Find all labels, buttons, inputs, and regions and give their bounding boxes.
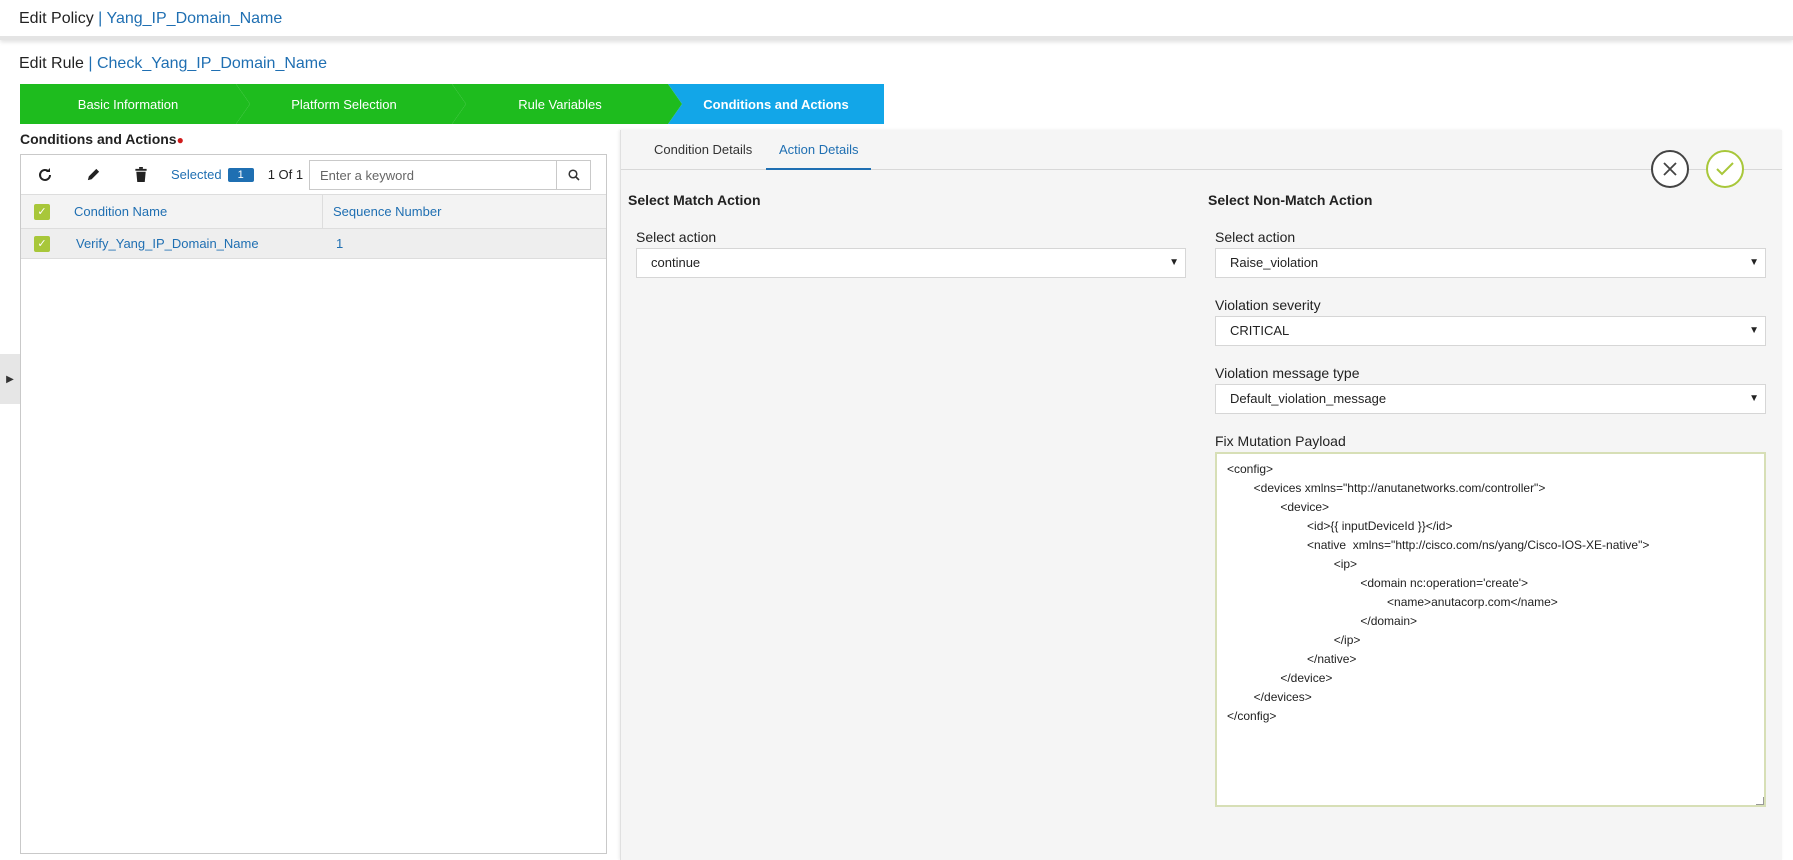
wizard-steps: Basic Information Platform Selection Rul… [20,84,884,124]
violation-message-type-value: Default_violation_message [1230,391,1387,406]
top-header-bar: Edit Policy | Yang_IP_Domain_Name [0,0,1793,40]
page-title: Edit Policy | Yang_IP_Domain_Name [19,10,282,28]
check-icon: ✓ [37,206,47,218]
condition-name-cell[interactable]: Verify_Yang_IP_Domain_Name [76,236,259,251]
wizard-step-basic-information[interactable]: Basic Information [20,84,250,124]
check-icon: ✓ [37,238,47,250]
rule-separator: | [83,55,97,72]
non-match-action-select[interactable]: Raise_violation ▼ [1215,248,1766,278]
cancel-button[interactable] [1651,150,1689,188]
edit-button[interactable] [69,155,117,195]
fix-mutation-payload-textarea[interactable]: <config> <devices xmlns="http://anutanet… [1215,452,1766,807]
save-button[interactable] [1706,150,1744,188]
trash-icon [135,167,147,182]
dropdown-arrow-icon: ▼ [1749,393,1759,404]
close-icon [1663,162,1677,176]
refresh-icon [39,167,51,181]
violation-severity-select[interactable]: CRITICAL ▼ [1215,316,1766,346]
check-icon [1716,162,1734,176]
violation-severity-label: Violation severity [1215,297,1321,313]
edit-pencil-icon [87,168,99,181]
search-button[interactable] [556,161,590,189]
non-match-action-value: Raise_violation [1230,255,1319,270]
non-match-action-label: Select action [1215,229,1296,245]
table-row[interactable]: ✓ Verify_Yang_IP_Domain_Name 1 [21,229,606,259]
search-input[interactable] [310,161,556,189]
conditions-section-label: Conditions and Actions● [20,131,184,147]
column-header-sequence-number[interactable]: Sequence Number [333,204,441,219]
grid-header-row: ✓ Condition Name Sequence Number [21,195,606,229]
match-action-title: Select Match Action [628,192,761,208]
search-box [309,160,591,190]
conditions-grid-panel: Selected 1 1 Of 1 ✓ Condition Name Seque… [20,154,607,854]
page-count: 1 Of 1 [267,167,304,182]
tab-condition-details[interactable]: Condition Details [641,130,765,170]
violation-message-type-select[interactable]: Default_violation_message ▼ [1215,384,1766,414]
sidebar-toggle[interactable]: ▶ [0,354,20,404]
grid-toolbar: Selected 1 1 Of 1 [21,155,606,195]
match-action-label: Select action [636,229,717,245]
rule-title: Edit Rule | Check_Yang_IP_Domain_Name [19,55,327,73]
select-all-checkbox[interactable]: ✓ [34,203,50,220]
wizard-step-label: Rule Variables [518,96,602,112]
column-divider [322,195,323,229]
page-title-prefix: Edit Policy [19,10,94,27]
fix-mutation-payload-label: Fix Mutation Payload [1215,433,1346,449]
sequence-number-cell: 1 [336,236,344,251]
match-action-select[interactable]: continue ▼ [636,248,1186,278]
dropdown-arrow-icon: ▼ [1749,257,1759,268]
resize-grip-icon[interactable] [1756,797,1764,805]
detail-tabs: Condition Details Action Details [621,130,1782,170]
wizard-step-platform-selection[interactable]: Platform Selection [236,84,466,124]
dropdown-arrow-icon: ▼ [1169,257,1179,268]
wizard-step-label: Basic Information [77,96,179,112]
dropdown-arrow-icon: ▼ [1749,325,1759,336]
non-match-action-title: Select Non-Match Action [1208,192,1373,208]
selected-count-badge: 1 [227,167,254,182]
tab-action-details[interactable]: Action Details [766,130,872,170]
rule-title-prefix: Edit Rule [19,55,84,72]
title-separator: | [93,10,107,27]
wizard-step-label: Platform Selection [291,96,397,112]
row-checkbox[interactable]: ✓ [34,235,50,252]
wizard-step-rule-variables[interactable]: Rule Variables [452,84,682,124]
wizard-step-label: Conditions and Actions [703,96,849,112]
policy-name: Yang_IP_Domain_Name [106,10,283,27]
search-icon [567,169,580,181]
violation-message-type-label: Violation message type [1215,365,1360,381]
column-header-condition-name[interactable]: Condition Name [74,204,167,219]
match-action-value: continue [651,255,701,270]
violation-severity-value: CRITICAL [1230,323,1290,338]
caret-right-icon: ▶ [6,373,14,385]
wizard-step-conditions-and-actions[interactable]: Conditions and Actions [668,84,884,124]
conditions-label-text: Conditions and Actions [20,131,177,147]
rule-name: Check_Yang_IP_Domain_Name [96,55,328,72]
detail-panel: Condition Details Action Details Select … [620,130,1782,860]
required-marker: ● [176,133,184,147]
refresh-button[interactable] [21,155,69,195]
selected-label: Selected [171,167,222,182]
delete-button[interactable] [117,155,165,195]
